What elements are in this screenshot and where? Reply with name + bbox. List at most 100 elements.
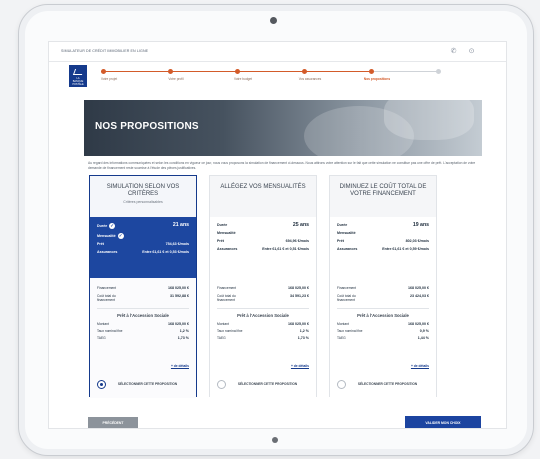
duree-value: 25 ans bbox=[292, 222, 309, 228]
details-link[interactable]: + de détails bbox=[411, 364, 429, 368]
check-icon: ✓ bbox=[117, 232, 124, 239]
cout-label: Coût total du financement bbox=[337, 293, 356, 302]
card-header: DIMINUEZ LE COÛT TOTAL DE VOTRE FINANCEM… bbox=[330, 176, 436, 217]
step-label: Vos assurances bbox=[298, 77, 322, 81]
card-title: ALLÉGEZ VOS MENSUALITÉS bbox=[220, 184, 306, 190]
assurances-label: Assurances bbox=[217, 247, 238, 252]
montant-value: 168 025,00 € bbox=[288, 322, 309, 327]
pret-label: Prêt bbox=[337, 239, 344, 244]
select-proposition[interactable]: SÉLECTIONNER CETTE PROPOSITION bbox=[210, 372, 316, 396]
mensualite-label: Mensualité bbox=[97, 233, 116, 238]
montant-label: Montant bbox=[97, 322, 109, 327]
camera-icon bbox=[270, 17, 277, 24]
financement-value: 168 025,00 € bbox=[408, 286, 429, 290]
card-header: SIMULATION SELON VOS CRITÈRES Critères p… bbox=[90, 176, 196, 217]
bank-logo[interactable]: LA BANQUE POSTALE bbox=[69, 65, 87, 87]
step-dot bbox=[436, 69, 441, 74]
cout-label: Coût total du financement bbox=[217, 293, 236, 302]
proposition-card[interactable]: SIMULATION SELON VOS CRITÈRES Critères p… bbox=[89, 175, 197, 398]
assurances-value: Entre 61,61 € et 0,53 €/mois bbox=[142, 250, 189, 255]
details-link[interactable]: + de détails bbox=[291, 364, 309, 368]
loan-title: Prêt à l'Accession Sociale bbox=[237, 313, 289, 319]
taux-value: 0,9 % bbox=[419, 328, 429, 333]
pret-label: Prêt bbox=[97, 242, 104, 246]
financement-label: Financement bbox=[217, 286, 237, 290]
cout-value: 34 591,23 € bbox=[290, 293, 309, 298]
bird-logo-icon bbox=[72, 69, 84, 75]
assurances-value: Entre 61,61 € et 0,59 €/mois bbox=[382, 247, 429, 252]
montant-label: Montant bbox=[217, 322, 229, 327]
proposition-card[interactable]: ALLÉGEZ VOS MENSUALITÉS Durée 25 ans Mens… bbox=[209, 175, 317, 398]
intro-text: Au regard des informations communiquées … bbox=[88, 161, 476, 170]
pret-value: 694,96 €/mois bbox=[285, 239, 309, 244]
loan-section: Prêt à l'Accession Sociale Montant 168 02… bbox=[97, 308, 189, 340]
home-button[interactable] bbox=[272, 437, 278, 443]
select-radio[interactable] bbox=[217, 379, 226, 389]
select-label: SÉLECTIONNER CETTE PROPOSITION bbox=[237, 381, 298, 386]
tablet-frame: SIMULATEUR DE CRÉDIT IMMOBILIER EN LIGNE… bbox=[18, 4, 534, 456]
cout-value: 23 424,03 € bbox=[410, 293, 429, 298]
mensualite-label: Mensualité bbox=[217, 231, 236, 236]
card-summary: Durée ✓ 21 ans Mensualité ✓ Prêt 754,63 €/mo… bbox=[90, 217, 196, 278]
duree-value: 21 ans bbox=[172, 222, 189, 228]
help-icon[interactable]: ⊙ bbox=[467, 47, 476, 56]
financement-label: Financement bbox=[97, 286, 117, 290]
pret-label: Prêt bbox=[217, 239, 224, 244]
taux-label: Taux nominal fixe bbox=[217, 328, 243, 333]
check-icon: ✓ bbox=[109, 223, 116, 229]
select-proposition[interactable]: SÉLECTIONNER CETTE PROPOSITION bbox=[330, 372, 436, 396]
pret-value: 802,03 €/mois bbox=[405, 239, 429, 244]
hero-banner: NOS PROPOSITIONS bbox=[84, 100, 482, 156]
select-label: SÉLECTIONNER CETTE PROPOSITION bbox=[357, 381, 418, 386]
pret-value: 754,63 €/mois bbox=[165, 242, 189, 246]
card-summary: Durée 25 ans Mensualité Prêt 694,96 €/mois… bbox=[210, 217, 316, 278]
step-dot bbox=[235, 69, 240, 74]
taeg-label: TAEG bbox=[337, 335, 346, 340]
select-radio[interactable] bbox=[337, 379, 346, 389]
card-title: SIMULATION SELON VOS CRITÈRES bbox=[106, 184, 180, 197]
loan-section: Prêt à l'Accession Sociale Montant 168 02… bbox=[217, 308, 309, 340]
taux-value: 1,2 % bbox=[299, 328, 309, 333]
financement-value: 168 025,00 € bbox=[288, 286, 309, 290]
duree-label: Durée bbox=[97, 223, 108, 228]
assurances-label: Assurances bbox=[337, 247, 358, 252]
step-label: Nos propositions bbox=[363, 77, 391, 81]
select-radio[interactable] bbox=[97, 379, 106, 389]
validate-choice-button[interactable]: VALIDER MON CHOIX bbox=[405, 416, 481, 428]
cout-value: 31 592,88 € bbox=[170, 293, 189, 298]
taeg-value: 1,73 % bbox=[177, 335, 189, 340]
proposition-card[interactable]: DIMINUEZ LE COÛT TOTAL DE VOTRE FINANCEM… bbox=[329, 175, 437, 398]
previous-button[interactable]: PRÉCÉDENT bbox=[88, 417, 138, 428]
duree-label: Durée bbox=[217, 223, 228, 227]
montant-value: 168 025,00 € bbox=[408, 322, 429, 327]
assurances-value: Entre 61,61 € et 0,51 €/mois bbox=[262, 247, 309, 252]
page-title: NOS PROPOSITIONS bbox=[95, 121, 199, 132]
duree-value: 19 ans bbox=[412, 222, 429, 228]
assurances-label: Assurances bbox=[97, 250, 118, 255]
phone-icon[interactable]: ✆ bbox=[449, 47, 458, 56]
step-dot bbox=[101, 69, 106, 74]
select-label: SÉLECTIONNER CETTE PROPOSITION bbox=[117, 381, 178, 386]
card-title: DIMINUEZ LE COÛT TOTAL DE VOTRE FINANCEM… bbox=[339, 184, 427, 197]
taeg-label: TAEG bbox=[217, 335, 226, 340]
taeg-value: 1,44 % bbox=[417, 335, 429, 340]
logo-line3: POSTALE bbox=[72, 83, 84, 86]
hero-image-shape bbox=[384, 100, 474, 140]
step-dot bbox=[302, 69, 307, 74]
top-header: SIMULATEUR DE CRÉDIT IMMOBILIER EN LIGNE… bbox=[49, 42, 506, 62]
taeg-value: 1,73 % bbox=[297, 335, 309, 340]
taeg-label: TAEG bbox=[97, 335, 106, 340]
app-screen: SIMULATEUR DE CRÉDIT IMMOBILIER EN LIGNE… bbox=[48, 41, 507, 429]
card-summary: Durée 19 ans Mensualité Prêt 802,03 €/mois… bbox=[330, 217, 436, 278]
select-proposition[interactable]: SÉLECTIONNER CETTE PROPOSITION bbox=[90, 372, 196, 396]
step-label: Votre projet bbox=[100, 77, 118, 81]
financement-label: Financement bbox=[337, 286, 357, 290]
montant-value: 168 025,00 € bbox=[168, 322, 189, 327]
details-link[interactable]: + de détails bbox=[171, 364, 189, 368]
progress-stepper: Votre projet Votre profil Votre budget V… bbox=[93, 64, 483, 90]
financement-value: 168 025,00 € bbox=[168, 286, 189, 290]
cout-label: Coût total du financement bbox=[97, 293, 116, 302]
card-subtitle: Critères personnalisables bbox=[123, 199, 163, 204]
header-title: SIMULATEUR DE CRÉDIT IMMOBILIER EN LIGNE bbox=[61, 49, 149, 53]
step-label: Votre budget bbox=[233, 77, 253, 81]
